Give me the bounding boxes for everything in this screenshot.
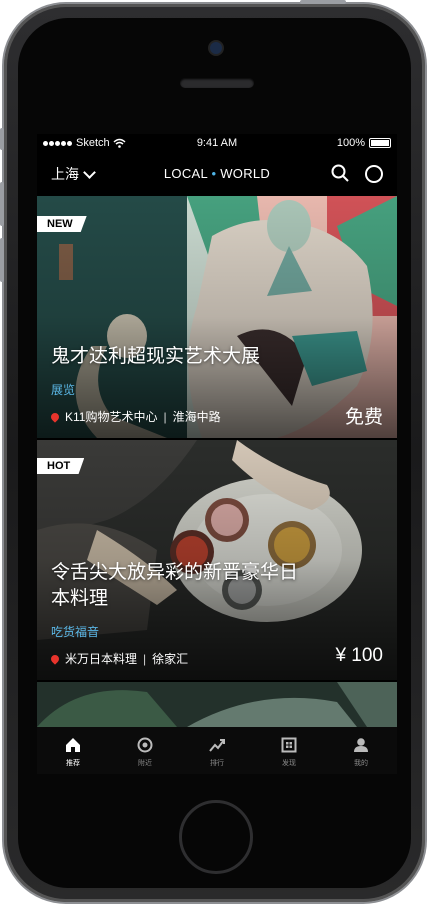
tab-ranking[interactable]: 排行 (181, 727, 253, 774)
status-bar: Sketch 9:41 AM 100% (37, 134, 397, 154)
home-button[interactable] (179, 800, 253, 874)
location-pin-icon (49, 410, 61, 423)
venue-name: K11购物艺术中心 (65, 410, 158, 424)
discover-icon (281, 737, 297, 753)
tab-mine[interactable]: 我的 (325, 727, 397, 774)
brand-world: WORLD (220, 166, 271, 181)
card-title: 令舌尖大放异彩的新晋豪华日本料理 (51, 562, 299, 609)
battery-group: 100% (337, 137, 391, 149)
tab-label: 我的 (354, 760, 368, 767)
top-navbar: 上海 LOCAL • WORLD (37, 158, 397, 192)
tab-label: 排行 (210, 760, 224, 767)
new-badge: NEW (37, 216, 87, 232)
home-icon (66, 738, 80, 752)
area-name: 淮海中路 (172, 410, 221, 424)
earpiece-speaker (180, 78, 254, 88)
card-price: ¥ 100 (335, 645, 383, 666)
tab-label: 发现 (282, 760, 296, 767)
card-title: 鬼才达利超现实艺术大展 (51, 346, 261, 367)
location-separator: | (163, 409, 167, 424)
card-category: 展览 (51, 383, 76, 397)
tab-discover[interactable]: 发现 (253, 727, 325, 774)
trend-icon (209, 739, 225, 752)
volume-up-button (0, 182, 4, 226)
tab-recommend[interactable]: 推荐 (37, 727, 109, 774)
mute-switch (0, 128, 4, 150)
art-image (37, 196, 397, 438)
event-card-art[interactable]: NEW 鬼才达利超现实艺术大展 展览 K11购物艺术中心 | 淮海中路 免费 (37, 196, 397, 438)
profile-ring-icon[interactable] (365, 165, 383, 183)
card-price: 免费 (344, 407, 383, 428)
battery-percent: 100% (336, 137, 365, 149)
app-screen: Sketch 9:41 AM 100% 上海 LOCAL • WORLD NEW… (37, 134, 397, 774)
search-icon[interactable] (331, 164, 349, 182)
tab-label: 推荐 (66, 760, 80, 767)
venue-name: 米万日本料理 (65, 652, 138, 666)
power-button (300, 0, 346, 4)
location-separator: | (143, 651, 147, 666)
brand-dot: • (211, 166, 217, 181)
brand-local: LOCAL (163, 166, 208, 181)
hot-badge: HOT (37, 458, 85, 474)
event-card-partial[interactable] (37, 682, 397, 727)
battery-icon (369, 138, 391, 148)
volume-down-button (0, 238, 4, 282)
profile-icon (354, 738, 368, 752)
card-location: 米万日本料理 | 徐家汇 (49, 650, 189, 667)
tab-nearby[interactable]: 附近 (109, 727, 181, 774)
location-pin-icon (49, 652, 61, 665)
partial-card-image (37, 682, 397, 727)
card-category: 吃货福音 (51, 625, 100, 639)
bottom-tab-bar: 推荐 附近 排行 发现 我的 (37, 727, 397, 774)
nearby-icon (137, 737, 153, 753)
card-location: K11购物艺术中心 | 淮海中路 (49, 408, 221, 425)
event-card-food[interactable]: HOT 令舌尖大放异彩的新晋豪华日本料理 吃货福音 米万日本料理 | 徐家汇 ¥… (37, 440, 397, 680)
area-name: 徐家汇 (152, 652, 189, 666)
front-camera (210, 42, 222, 54)
tab-label: 附近 (138, 760, 152, 767)
